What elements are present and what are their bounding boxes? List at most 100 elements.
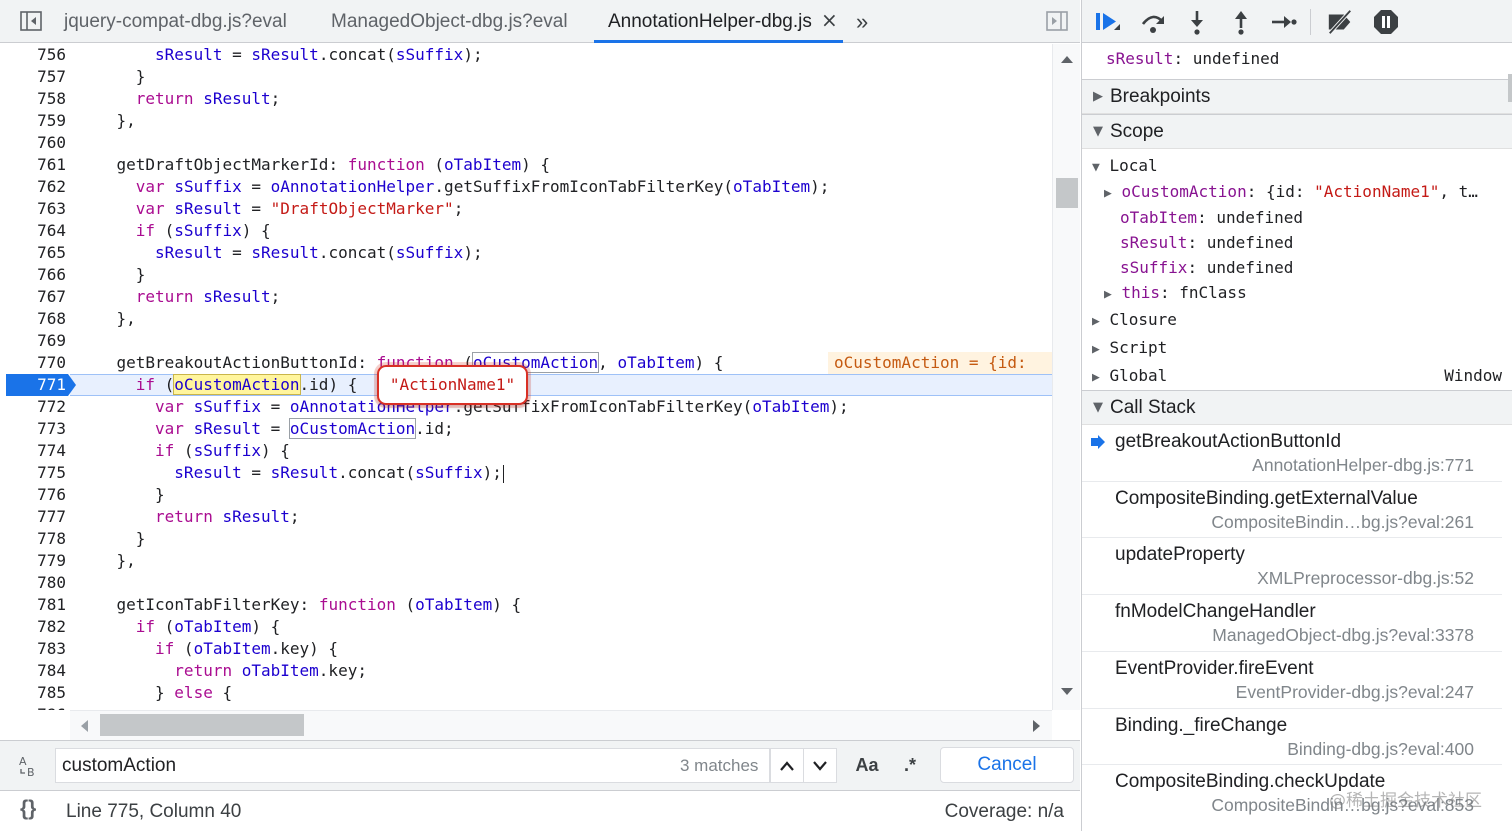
scroll-up-icon[interactable] — [1060, 54, 1074, 64]
code-line: sResult = sResult.concat(sSuffix); — [155, 242, 483, 264]
close-tab-icon[interactable]: × — [821, 0, 838, 43]
code-editor[interactable]: 756 757 758 759 760 761 762 763 764 765 766 767 768 7… — [0, 44, 1052, 710]
editor-horizontal-scrollbar[interactable] — [70, 710, 1052, 740]
vertical-scroll-thumb[interactable] — [1056, 178, 1078, 208]
code-token: sResult — [155, 243, 223, 262]
sidebar-scrollbar[interactable] — [1508, 44, 1512, 831]
search-input[interactable]: customAction — [55, 748, 770, 783]
line-number[interactable]: 786 — [6, 704, 66, 710]
toggle-navigator-icon[interactable] — [20, 10, 42, 32]
line-number[interactable]: 785 — [6, 682, 66, 704]
line-number-gutter[interactable]: 756 757 758 759 760 761 762 763 764 765 766 767 768 7… — [6, 44, 70, 710]
tab-managedobject[interactable]: ManagedObject-dbg.js?eval — [331, 0, 568, 43]
coverage-status[interactable]: Coverage: n/a — [945, 801, 1064, 823]
code-token: .concat( — [338, 463, 416, 482]
line-number[interactable]: 772 — [6, 396, 66, 418]
line-number[interactable]: 775 — [6, 462, 66, 484]
line-number[interactable]: 771 — [6, 374, 66, 396]
previous-match-button[interactable] — [770, 748, 804, 783]
text-cursor — [502, 464, 504, 483]
call-frame-location[interactable]: Binding-dbg.js?eval:400 — [1287, 739, 1474, 760]
line-number[interactable]: 776 — [6, 484, 66, 506]
toggle-debugger-icon[interactable] — [1046, 10, 1068, 32]
pretty-print-button[interactable]: {} — [20, 797, 36, 821]
line-number[interactable]: 780 — [6, 572, 66, 594]
scope-var-this[interactable]: ▶ this: fnClass — [1104, 280, 1247, 305]
line-number[interactable]: 757 — [6, 66, 66, 88]
call-frame-name[interactable]: updateProperty — [1115, 544, 1245, 566]
scope-script[interactable]: ▶ Script — [1092, 335, 1167, 360]
call-frame-location[interactable]: EventProvider-dbg.js?eval:247 — [1236, 682, 1474, 703]
scroll-right-icon[interactable] — [1032, 719, 1042, 733]
line-number[interactable]: 769 — [6, 330, 66, 352]
line-number[interactable]: 779 — [6, 550, 66, 572]
scope-var-ssuffix[interactable]: sSuffix: undefined — [1120, 255, 1293, 280]
var-value: {id: — [1265, 182, 1315, 201]
sidebar-scroll-thumb[interactable] — [1508, 74, 1512, 102]
code-token: sResult — [251, 243, 319, 262]
breakpoints-section-header[interactable]: ▶ Breakpoints — [1082, 79, 1512, 114]
scroll-down-icon[interactable] — [1060, 687, 1074, 697]
scope-var-sresult[interactable]: sResult: undefined — [1120, 230, 1293, 255]
call-frame-location[interactable]: ManagedObject-dbg.js?eval:3378 — [1212, 625, 1474, 646]
line-number[interactable]: 781 — [6, 594, 66, 616]
line-number[interactable]: 777 — [6, 506, 66, 528]
call-frame-name[interactable]: fnModelChangeHandler — [1115, 601, 1316, 623]
line-number[interactable]: 760 — [6, 132, 66, 154]
call-frame-location[interactable]: CompositeBindin…bg.js?eval:261 — [1211, 512, 1474, 533]
line-number[interactable]: 761 — [6, 154, 66, 176]
step-button[interactable] — [1270, 8, 1298, 36]
line-number[interactable]: 774 — [6, 440, 66, 462]
scope-closure[interactable]: ▶ Closure — [1092, 307, 1177, 332]
line-number[interactable]: 766 — [6, 264, 66, 286]
call-frame-name[interactable]: EventProvider.fireEvent — [1115, 658, 1314, 680]
scope-var-otabitem[interactable]: oTabItem: undefined — [1120, 205, 1303, 230]
line-number[interactable]: 762 — [6, 176, 66, 198]
call-frame-location[interactable]: XMLPreprocessor-dbg.js:52 — [1257, 568, 1474, 589]
scope-local[interactable]: ▼ Local — [1092, 153, 1158, 178]
scroll-left-icon[interactable] — [79, 719, 89, 733]
step-over-button[interactable] — [1139, 8, 1167, 36]
code-line: if (oTabItem) { — [136, 616, 281, 638]
line-number[interactable]: 782 — [6, 616, 66, 638]
watch-expression-row[interactable]: sResult: undefined — [1106, 46, 1279, 71]
more-tabs-icon[interactable]: » — [856, 0, 868, 43]
horizontal-scroll-thumb[interactable] — [100, 714, 304, 736]
scope-var-ocustomaction[interactable]: ▶ oCustomAction: {id: "ActionName1", t… — [1104, 179, 1478, 204]
line-number[interactable]: 759 — [6, 110, 66, 132]
scope-section-header[interactable]: ▼ Scope — [1082, 114, 1512, 149]
call-frame-divider — [1082, 764, 1502, 766]
scope-global[interactable]: ▶ Global Window — [1092, 363, 1502, 388]
tab-jquery-compat[interactable]: jquery-compat-dbg.js?eval — [64, 0, 287, 43]
line-number[interactable]: 778 — [6, 528, 66, 550]
tab-annotationhelper[interactable]: AnnotationHelper-dbg.js — [608, 0, 812, 43]
line-number[interactable]: 770 — [6, 352, 66, 374]
line-number[interactable]: 763 — [6, 198, 66, 220]
line-number[interactable]: 756 — [6, 44, 66, 66]
match-case-toggle[interactable]: Aa — [846, 748, 888, 783]
line-number[interactable]: 767 — [6, 286, 66, 308]
line-number[interactable]: 773 — [6, 418, 66, 440]
line-number[interactable]: 783 — [6, 638, 66, 660]
regex-toggle[interactable]: .* — [892, 748, 928, 783]
call-stack-section-header[interactable]: ▼ Call Stack — [1082, 390, 1512, 425]
line-number[interactable]: 765 — [6, 242, 66, 264]
editor-vertical-scrollbar[interactable] — [1052, 44, 1080, 710]
cancel-search-button[interactable]: Cancel — [940, 747, 1074, 783]
step-into-button[interactable] — [1183, 8, 1211, 36]
replace-toggle-icon[interactable]: AB — [18, 753, 44, 779]
debugger-sidebar: sResult: undefined ▶ Breakpoints ▼ Scope ▼… — [1081, 0, 1512, 831]
call-frame-location[interactable]: AnnotationHelper-dbg.js:771 — [1252, 455, 1474, 476]
call-frame-name[interactable]: Binding._fireChange — [1115, 715, 1287, 737]
call-frame-name[interactable]: CompositeBinding.getExternalValue — [1115, 488, 1418, 510]
deactivate-breakpoints-button[interactable] — [1326, 8, 1354, 36]
next-match-button[interactable] — [803, 748, 837, 783]
step-out-button[interactable] — [1227, 8, 1255, 36]
resume-button[interactable] — [1094, 8, 1122, 36]
line-number[interactable]: 764 — [6, 220, 66, 242]
line-number[interactable]: 758 — [6, 88, 66, 110]
line-number[interactable]: 768 — [6, 308, 66, 330]
pause-on-exceptions-button[interactable] — [1372, 8, 1400, 36]
line-number[interactable]: 784 — [6, 660, 66, 682]
call-frame-name[interactable]: getBreakoutActionButtonId — [1115, 431, 1341, 453]
